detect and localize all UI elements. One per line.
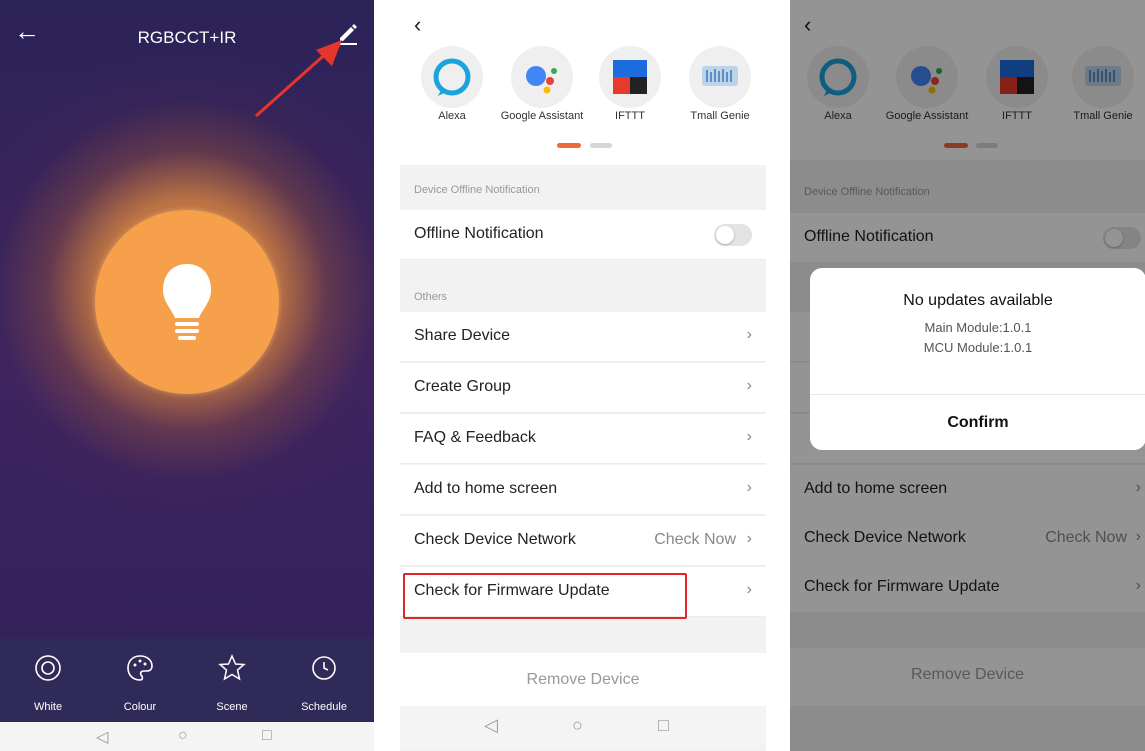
mcu-module-version: MCU Module:1.0.1 [923,340,1033,355]
offline-notification-row: Offline Notification [400,210,766,260]
light-control-screen: ← RGBCCT+IR White Colour Scene Schedule … [0,0,374,751]
chevron-right-icon: › [746,581,752,598]
service-name: IFTTT [615,110,645,122]
lightbulb-icon [163,264,211,340]
palette-icon [127,655,153,681]
tab-colour-label: Colour [123,701,157,713]
firmware-highlight-box [403,573,687,619]
clock-icon [312,656,336,680]
bottom-tab-bar: White Colour Scene Schedule [0,637,374,722]
check-now-label: Check Now [654,531,736,548]
page-indicator [400,143,766,149]
service-alexa[interactable]: Alexa [407,46,497,123]
check-network-row[interactable]: Check Device Network Check Now › [400,516,766,566]
tmall-genie-icon [702,66,738,86]
row-label: Share Device [414,327,511,344]
power-bulb-button[interactable] [95,210,279,394]
chevron-right-icon: › [746,326,752,343]
row-label: Create Group [414,378,511,395]
service-ifttt[interactable]: IFTTT [585,46,675,123]
service-name: Google Assistant [500,110,584,122]
firmware-dialog-screen: ‹ Alexa Google Assistant IFTTT Tmall Gen… [790,0,1145,751]
tab-schedule-label: Schedule [301,701,347,713]
page-dot-active [557,143,581,148]
update-dialog: No updates available Main Module:1.0.1 M… [810,268,1145,450]
star-icon [218,654,246,681]
device-settings-screen: ‹ Alexa Google Assistant IFTTT Tmall Gen… [400,0,766,751]
service-name: Tmall Genie [690,110,750,122]
section-header-offline: Device Offline Notification [414,184,540,196]
nav-home-icon[interactable]: ○ [178,727,188,745]
ifttt-icon [613,60,647,94]
service-name: Alexa [438,110,466,122]
row-label: Add to home screen [414,480,558,497]
google-assistant-icon [526,66,557,94]
nav-recents-icon[interactable]: □ [658,715,669,736]
share-device-row[interactable]: Share Device › [400,312,766,362]
annotation-arrow [255,40,342,118]
section-header-others: Others [414,291,448,303]
chevron-left-icon[interactable]: ‹ [414,12,421,38]
service-google-assistant[interactable]: Google Assistant [497,46,587,123]
row-label: FAQ & Feedback [414,429,536,446]
row-label: Offline Notification [414,225,544,242]
services-header: ‹ Alexa Google Assistant IFTTT Tmall Gen… [400,0,766,165]
nav-back-icon[interactable]: ◁ [96,727,108,747]
main-module-version: Main Module:1.0.1 [924,320,1032,335]
confirm-button[interactable]: Confirm [810,414,1145,432]
nav-home-icon[interactable]: ○ [572,715,583,736]
nav-back-icon[interactable]: ◁ [484,715,498,736]
chevron-right-icon: › [746,377,752,394]
dialog-title: No updates available [903,292,1053,309]
faq-feedback-row[interactable]: FAQ & Feedback › [400,414,766,464]
add-home-screen-row[interactable]: Add to home screen › [400,465,766,515]
remove-device-button[interactable]: Remove Device [400,653,766,711]
page-dot [590,143,612,148]
chevron-right-icon: › [746,479,752,496]
alexa-icon [433,58,471,96]
row-label: Check Device Network [414,531,576,548]
target-circle-icon [35,655,61,681]
system-nav-bar: ◁ ○ □ [400,706,766,746]
chevron-right-icon: › [746,428,752,445]
tab-scene-label: Scene [216,701,248,713]
remove-device-label: Remove Device [526,671,640,688]
chevron-right-icon: › [746,530,752,547]
tab-white-label: White [33,701,63,713]
system-nav-bar: ◁ ○ □ [0,722,374,751]
dialog-divider [810,394,1145,395]
service-tmall-genie[interactable]: Tmall Genie [675,46,765,123]
offline-notification-toggle[interactable] [714,224,752,246]
create-group-row[interactable]: Create Group › [400,363,766,413]
nav-recents-icon[interactable]: □ [262,727,272,745]
